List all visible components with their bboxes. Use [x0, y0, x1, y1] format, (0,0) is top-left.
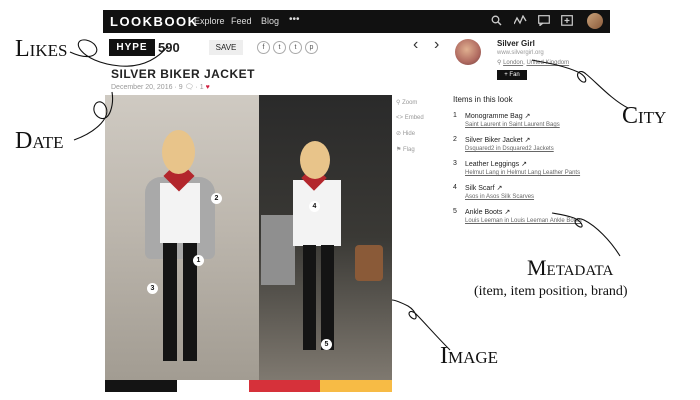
pinterest-icon[interactable]: p	[305, 41, 318, 54]
item-marker-5[interactable]: 5	[321, 339, 332, 350]
twitter-icon[interactable]: t	[273, 41, 286, 54]
author-avatar[interactable]	[455, 39, 481, 65]
look-date: December 20, 2016	[111, 84, 173, 91]
messages-icon[interactable]	[538, 15, 550, 29]
comment-icon: 🗨	[184, 84, 194, 91]
nav-feed-link[interactable]: Feed	[231, 16, 252, 26]
zoom-action[interactable]: ⚲ Zoom	[396, 99, 446, 106]
activity-icon[interactable]	[513, 14, 527, 29]
photo-left-panel: 1 2 3	[105, 95, 259, 380]
item-name[interactable]: Leather Leggings ↗	[465, 160, 527, 168]
look-panel: HYPE 590 SAVE f t t p ‹ › SILVER BIKER J…	[103, 33, 448, 395]
lookbook-logo[interactable]: LOOKBOOK	[110, 14, 199, 29]
item-name[interactable]: Ankle Boots ↗	[465, 208, 510, 216]
hype-button[interactable]: HYPE	[109, 39, 155, 56]
embed-action[interactable]: <> Embed	[396, 115, 446, 121]
like-count[interactable]: 1	[200, 84, 204, 91]
external-link-icon[interactable]: ↗	[521, 161, 527, 168]
author-name[interactable]: Silver Girl	[497, 39, 535, 48]
user-avatar[interactable]	[587, 13, 603, 29]
item-name[interactable]: Monogramme Bag ↗	[465, 112, 530, 120]
nav-more-menu[interactable]: •••	[289, 14, 300, 25]
item-name[interactable]: Silver Biker Jacket ↗	[465, 136, 530, 144]
list-item: 2 Silver Biker Jacket ↗ Dsquared2 in Dsqua…	[453, 136, 608, 160]
color-palette	[105, 380, 392, 392]
fan-button[interactable]: + Fan	[497, 70, 527, 80]
item-position: 2	[453, 136, 457, 143]
annotation-metadata: Metadata	[527, 255, 614, 280]
external-link-icon[interactable]: ↗	[497, 185, 503, 192]
hype-count: 590	[158, 40, 180, 55]
next-look-arrow[interactable]: ›	[434, 36, 439, 54]
search-icon[interactable]	[491, 15, 502, 29]
heart-icon[interactable]: ♥	[206, 84, 210, 91]
list-item: 1 Monogramme Bag ↗ Saint Laurent in Saint …	[453, 112, 608, 136]
item-brand[interactable]: Dsquared2 in Dsquared2 Jackets	[465, 146, 554, 152]
item-marker-1[interactable]: 1	[193, 255, 204, 266]
look-title: SILVER BIKER JACKET	[111, 67, 255, 81]
look-photo[interactable]: 1 2 3 4 5	[105, 95, 392, 392]
location-country[interactable]: United Kingdom	[526, 60, 569, 66]
tumblr-icon[interactable]: t	[289, 41, 302, 54]
color-swatch	[248, 380, 321, 392]
annotation-metadata-detail: (item, item position, brand)	[474, 284, 628, 299]
location-pin-icon: ⚲	[497, 60, 502, 66]
item-brand[interactable]: Saint Laurent in Saint Laurent Bags	[465, 122, 560, 128]
color-swatch	[320, 380, 392, 392]
look-meta: December 20, 2016 · 9 🗨 · 1 ♥	[111, 84, 210, 91]
top-navbar: LOOKBOOK Explore Feed Blog •••	[103, 10, 610, 33]
annotation-image: Image	[440, 343, 499, 369]
author-location: ⚲ London, United Kingdom	[497, 60, 570, 66]
save-button[interactable]: SAVE	[209, 40, 243, 55]
item-brand[interactable]: Asos in Asos Silk Scarves	[465, 194, 534, 200]
items-list: 1 Monogramme Bag ↗ Saint Laurent in Saint …	[453, 112, 608, 232]
color-swatch	[105, 380, 177, 392]
item-position: 1	[453, 112, 457, 119]
author-website[interactable]: www.silvergirl.org	[497, 50, 544, 56]
flag-action[interactable]: ⚑ Flag	[396, 146, 446, 153]
external-link-icon[interactable]: ↗	[525, 113, 531, 120]
hide-action[interactable]: ⊘ Hide	[396, 130, 446, 137]
list-item: 5 Ankle Boots ↗ Louis Leeman in Louis Leem…	[453, 208, 608, 232]
item-marker-3[interactable]: 3	[147, 283, 158, 294]
item-brand[interactable]: Helmut Lang in Helmut Lang Leather Pants	[465, 170, 580, 176]
item-position: 3	[453, 160, 457, 167]
annotation-likes: Likes	[15, 36, 68, 62]
annotation-city: City	[622, 103, 667, 129]
previous-look-arrow[interactable]: ‹	[413, 36, 418, 54]
annotation-date: Date	[15, 128, 64, 154]
nav-blog-link[interactable]: Blog	[261, 16, 279, 26]
item-position: 5	[453, 208, 457, 215]
item-position: 4	[453, 184, 457, 191]
item-marker-2[interactable]: 2	[211, 193, 222, 204]
item-name[interactable]: Silk Scarf ↗	[465, 184, 502, 192]
item-brand[interactable]: Louis Leeman in Louis Leeman Ankle Boots	[465, 218, 582, 224]
external-link-icon[interactable]: ↗	[525, 137, 531, 144]
list-item: 3 Leather Leggings ↗ Helmut Lang in Helmut…	[453, 160, 608, 184]
item-marker-4[interactable]: 4	[309, 201, 320, 212]
external-link-icon[interactable]: ↗	[504, 209, 510, 216]
comment-count[interactable]: 9	[179, 84, 183, 91]
items-header: Items in this look	[453, 95, 513, 104]
photo-right-panel: 4 5	[259, 95, 392, 380]
nav-explore-link[interactable]: Explore	[194, 16, 225, 26]
facebook-icon[interactable]: f	[257, 41, 270, 54]
color-swatch	[176, 380, 249, 392]
photo-actions: ⚲ Zoom <> Embed ⊘ Hide ⚑ Flag	[396, 99, 446, 162]
upload-icon[interactable]	[561, 15, 573, 29]
location-city[interactable]: London	[503, 60, 523, 66]
list-item: 4 Silk Scarf ↗ Asos in Asos Silk Scarves	[453, 184, 608, 208]
